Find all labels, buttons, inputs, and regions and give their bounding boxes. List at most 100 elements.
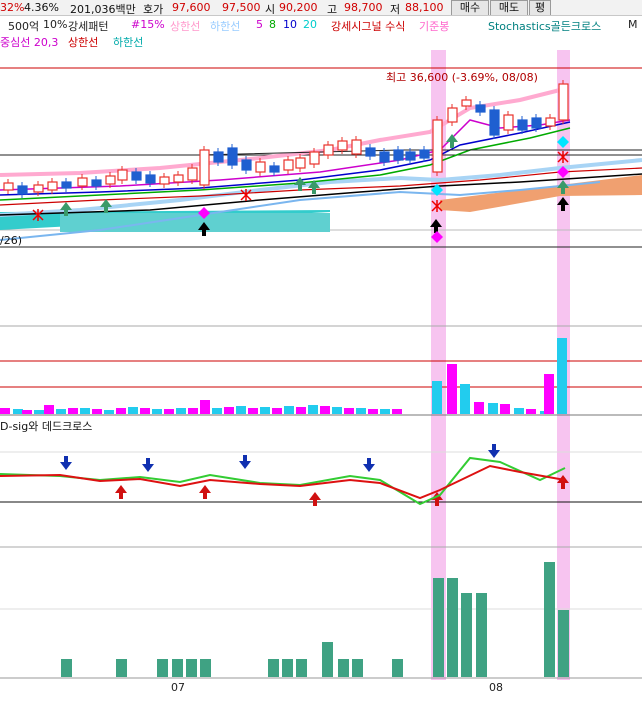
oscillator-bar	[128, 407, 138, 414]
volume-bar	[200, 659, 211, 677]
legend-item: 10%	[43, 18, 68, 31]
up-arrow-marker-stem	[313, 500, 317, 506]
open-label: 시	[265, 3, 276, 16]
candle-body	[432, 119, 443, 173]
candle-body	[283, 159, 294, 171]
down-arrow-marker-stem	[492, 444, 496, 450]
x-axis-label-07: 07	[171, 681, 185, 694]
signal-red-line	[0, 464, 566, 500]
up-arrow-marker-stem	[203, 493, 207, 499]
up-arrow-marker	[309, 492, 321, 500]
oscillator-bar	[514, 408, 524, 414]
quote-label: 호가	[143, 3, 164, 16]
signal-green-line	[0, 456, 566, 506]
candle-body	[145, 174, 156, 184]
oscillator-bar	[80, 408, 90, 414]
indicator-legend: 500억 10% 강세패턴 #15% 상한선 하한선 5 8 10 20 강세시그널 수식 기준봉 St…	[0, 16, 642, 50]
candle-body	[241, 159, 252, 171]
eval-button[interactable]: 평	[529, 0, 551, 15]
quote-info-bar: 32% 4.36% 201,036백만 호가 97,600 97,500 시 9…	[0, 0, 642, 16]
down-arrow-marker	[363, 464, 375, 472]
candle-body	[3, 182, 14, 191]
candle-body	[295, 157, 306, 169]
oscillator-bar	[92, 409, 102, 414]
volume-bar	[476, 593, 487, 677]
volume-bar	[558, 610, 569, 677]
candle-body	[187, 167, 198, 181]
legend-item: #15%	[131, 18, 165, 31]
candle-body	[489, 109, 500, 136]
volume-bar	[157, 659, 168, 677]
oscillator-bar	[152, 409, 162, 414]
oscillator-bar	[368, 409, 378, 414]
down-arrow-marker-stem	[146, 458, 150, 464]
candle-body	[269, 165, 280, 173]
oscillator-bar	[557, 338, 567, 414]
legend-item: 강세시그널 수식	[331, 20, 406, 33]
candle-body	[517, 119, 528, 131]
candle-body	[461, 99, 472, 107]
open-value: 90,200	[279, 1, 318, 14]
candle-body	[309, 151, 320, 165]
up-arrow-marker-stem	[561, 483, 565, 489]
volume-bar	[461, 593, 472, 677]
candle-body	[323, 144, 334, 156]
down-arrow-marker-stem	[243, 455, 247, 461]
up-arrow-marker	[446, 134, 458, 142]
oscillator-bar	[34, 410, 44, 414]
candle-body	[531, 117, 542, 129]
legend-item: M	[628, 18, 638, 31]
upper-band-line	[0, 88, 561, 177]
high-label: 고	[327, 3, 338, 16]
candle-body	[351, 139, 362, 155]
oscillator-bar	[272, 408, 282, 414]
turnover-percent: 4.36%	[24, 1, 59, 14]
oscillator-bar	[544, 374, 554, 414]
signal-panel-title: D-sig와 데드크로스	[0, 420, 93, 433]
oscillator-bar	[488, 403, 498, 414]
legend-item: 하한선	[210, 20, 241, 33]
up-arrow-marker	[115, 485, 127, 493]
sell-button[interactable]: 매도	[490, 0, 528, 15]
candle-body	[91, 179, 102, 187]
candle-body	[131, 171, 142, 181]
oscillator-bar	[104, 410, 114, 414]
stock-chart[interactable]	[0, 50, 642, 680]
oscillator-bars	[0, 338, 567, 414]
low-label: 저	[390, 3, 401, 16]
candle-body	[558, 83, 569, 121]
volume-bar	[61, 659, 72, 677]
signal-markers	[32, 134, 569, 506]
candle-body	[213, 151, 224, 163]
candle-body	[47, 181, 58, 191]
buy-button[interactable]: 매수	[451, 0, 489, 15]
volume-bar	[338, 659, 349, 677]
volume-bar	[186, 659, 197, 677]
oscillator-bar	[224, 407, 234, 414]
candle-body	[365, 147, 376, 157]
oscillator-bar	[432, 381, 442, 414]
volume-bar	[392, 659, 403, 677]
legend-item: 상한선	[170, 20, 201, 33]
oscillator-bar	[392, 409, 402, 414]
down-arrow-marker	[142, 464, 154, 472]
candle-body	[117, 169, 128, 181]
candle-body	[159, 176, 170, 185]
up-arrow-marker	[199, 485, 211, 493]
change-percent: 32%	[0, 1, 25, 14]
up-arrow-marker-stem	[435, 500, 439, 506]
bid-price: 97,500	[222, 1, 261, 14]
oscillator-bar	[260, 407, 270, 414]
legend-item: 20	[303, 18, 317, 31]
up-arrow-marker-stem	[104, 207, 108, 213]
candle-body	[33, 184, 44, 193]
oscillator-bar	[188, 408, 198, 414]
down-arrow-marker	[60, 462, 72, 470]
legend-item: Stochastics골든크로스	[488, 20, 602, 33]
candle-body	[503, 114, 514, 131]
oscillator-bar	[68, 408, 78, 414]
oscillator-bar	[248, 408, 258, 414]
x-axis-label-08: 08	[489, 681, 503, 694]
oscillator-bar	[320, 406, 330, 414]
legend-item: 10	[283, 18, 297, 31]
